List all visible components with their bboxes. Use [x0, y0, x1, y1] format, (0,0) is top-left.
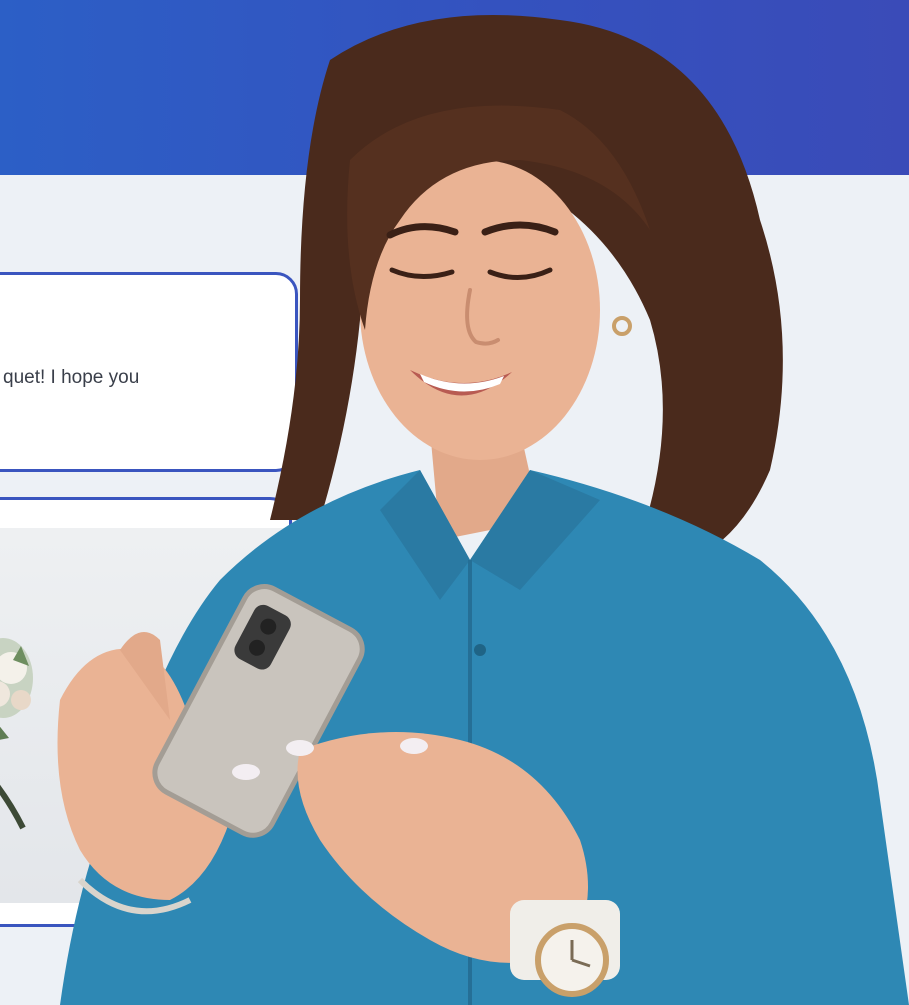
person-holding-smartphone-icon: [57, 15, 909, 1005]
